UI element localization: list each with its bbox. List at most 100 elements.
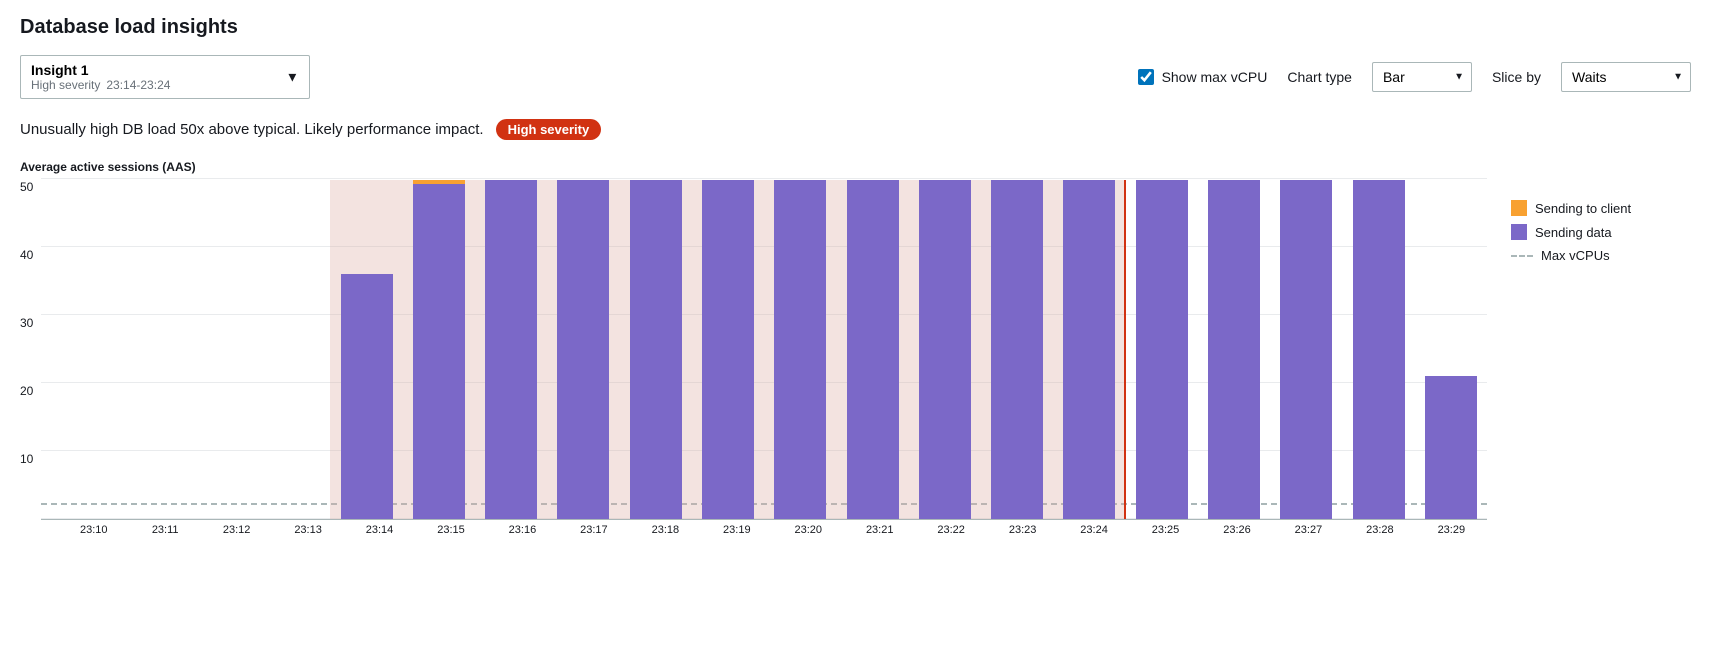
legend-label: Max vCPUs — [1541, 248, 1610, 263]
show-vcpu-checkbox[interactable] — [1138, 69, 1154, 85]
insight-name: Insight 1 — [31, 62, 277, 78]
bar-purple — [557, 180, 609, 519]
chart-inner: 5040302010 — [20, 180, 1487, 520]
legend-item: Max vCPUs — [1511, 248, 1691, 263]
bar-purple — [630, 180, 682, 519]
page-title: Database load insights — [20, 16, 1691, 39]
chart-type-select-wrapper: Bar — [1372, 62, 1472, 92]
slice-by-select-wrapper: Waits — [1561, 62, 1691, 92]
bar-purple — [1063, 180, 1115, 519]
severity-badge: High severity — [496, 119, 602, 140]
bar-group — [692, 180, 764, 519]
bar-group — [403, 180, 475, 519]
bar-group — [1415, 180, 1487, 519]
bar-group — [1126, 180, 1198, 519]
y-tick: 30 — [20, 316, 33, 330]
slice-by-label: Slice by — [1492, 69, 1541, 85]
alert-message: Unusually high DB load 50x above typical… — [20, 121, 484, 138]
bar-group — [1342, 180, 1414, 519]
bar-purple — [1136, 180, 1188, 519]
x-tick: 23:10 — [58, 524, 129, 536]
chart-area: Average active sessions (AAS) 5040302010… — [20, 160, 1691, 536]
x-tick: 23:23 — [987, 524, 1058, 536]
legend-color-swatch — [1511, 224, 1527, 240]
bar-group — [330, 180, 402, 519]
dropdown-chevron-icon: ▼ — [286, 70, 299, 85]
x-tick: 23:16 — [487, 524, 558, 536]
bar-purple — [991, 180, 1043, 519]
grid-line — [41, 178, 1487, 179]
legend-color-swatch — [1511, 200, 1527, 216]
insight-dropdown[interactable]: Insight 1 High severity 23:14-23:24 ▼ — [20, 55, 310, 99]
x-tick: 23:14 — [344, 524, 415, 536]
x-tick: 23:17 — [558, 524, 629, 536]
bar-purple — [485, 180, 537, 519]
insight-time-range: 23:14-23:24 — [106, 78, 170, 92]
insight-meta: High severity 23:14-23:24 — [31, 78, 277, 92]
bar-purple — [341, 274, 393, 519]
x-tick: 23:13 — [272, 524, 343, 536]
bar-group — [1198, 180, 1270, 519]
bar-purple — [919, 180, 971, 519]
chart-type-select[interactable]: Bar — [1372, 62, 1472, 92]
x-tick: 23:20 — [773, 524, 844, 536]
legend-item: Sending data — [1511, 224, 1691, 240]
bar-group — [475, 180, 547, 519]
bar-group — [620, 180, 692, 519]
chart-legend: Sending to client Sending data Max vCPUs — [1511, 160, 1691, 536]
bar-purple — [1208, 180, 1260, 519]
bar-purple — [774, 180, 826, 519]
x-tick: 23:29 — [1416, 524, 1487, 536]
bar-group — [764, 180, 836, 519]
bar-group — [114, 180, 186, 519]
bar-group — [1270, 180, 1342, 519]
bar-orange — [413, 180, 465, 184]
x-axis: 23:1023:1123:1223:1323:1423:1523:1623:17… — [20, 524, 1487, 536]
bar-purple — [847, 180, 899, 519]
x-tick: 23:19 — [701, 524, 772, 536]
bar-group — [981, 180, 1053, 519]
x-tick: 23:15 — [415, 524, 486, 536]
x-tick: 23:11 — [129, 524, 200, 536]
x-tick: 23:25 — [1130, 524, 1201, 536]
x-tick: 23:22 — [915, 524, 986, 536]
show-vcpu-row: Show max vCPU — [1138, 69, 1268, 85]
x-tick: 23:21 — [844, 524, 915, 536]
show-vcpu-label[interactable]: Show max vCPU — [1162, 69, 1268, 85]
legend-label: Sending to client — [1535, 201, 1631, 216]
chart-plot — [41, 180, 1487, 520]
insight-dropdown-button[interactable]: Insight 1 High severity 23:14-23:24 ▼ — [20, 55, 310, 99]
y-axis: 5040302010 — [20, 180, 41, 520]
controls-row: Insight 1 High severity 23:14-23:24 ▼ Sh… — [20, 55, 1691, 99]
bar-purple — [413, 184, 465, 519]
x-tick: 23:18 — [630, 524, 701, 536]
bar-group — [547, 180, 619, 519]
x-tick: 23:26 — [1201, 524, 1272, 536]
chart-y-label: Average active sessions (AAS) — [20, 160, 1487, 174]
red-marker-line — [1124, 180, 1126, 519]
y-tick: 10 — [20, 452, 33, 466]
bar-group — [41, 180, 113, 519]
bar-group — [836, 180, 908, 519]
slice-by-select[interactable]: Waits — [1561, 62, 1691, 92]
x-tick: 23:27 — [1273, 524, 1344, 536]
x-tick: 23:28 — [1344, 524, 1415, 536]
y-tick: 50 — [20, 180, 33, 194]
chart-container: Average active sessions (AAS) 5040302010… — [20, 160, 1487, 536]
bars-container — [41, 180, 1487, 519]
bar-purple — [1280, 180, 1332, 519]
legend-item: Sending to client — [1511, 200, 1691, 216]
legend-dashed-icon — [1511, 255, 1533, 257]
bar-purple — [1425, 376, 1477, 519]
x-tick: 23:24 — [1058, 524, 1129, 536]
bar-group — [909, 180, 981, 519]
bar-purple — [702, 180, 754, 519]
chart-type-label: Chart type — [1287, 69, 1352, 85]
legend-label: Sending data — [1535, 225, 1612, 240]
bar-group — [186, 180, 258, 519]
alert-row: Unusually high DB load 50x above typical… — [20, 119, 1691, 140]
x-tick: 23:12 — [201, 524, 272, 536]
insight-severity: High severity — [31, 78, 100, 92]
bar-group — [258, 180, 330, 519]
y-tick: 20 — [20, 384, 33, 398]
